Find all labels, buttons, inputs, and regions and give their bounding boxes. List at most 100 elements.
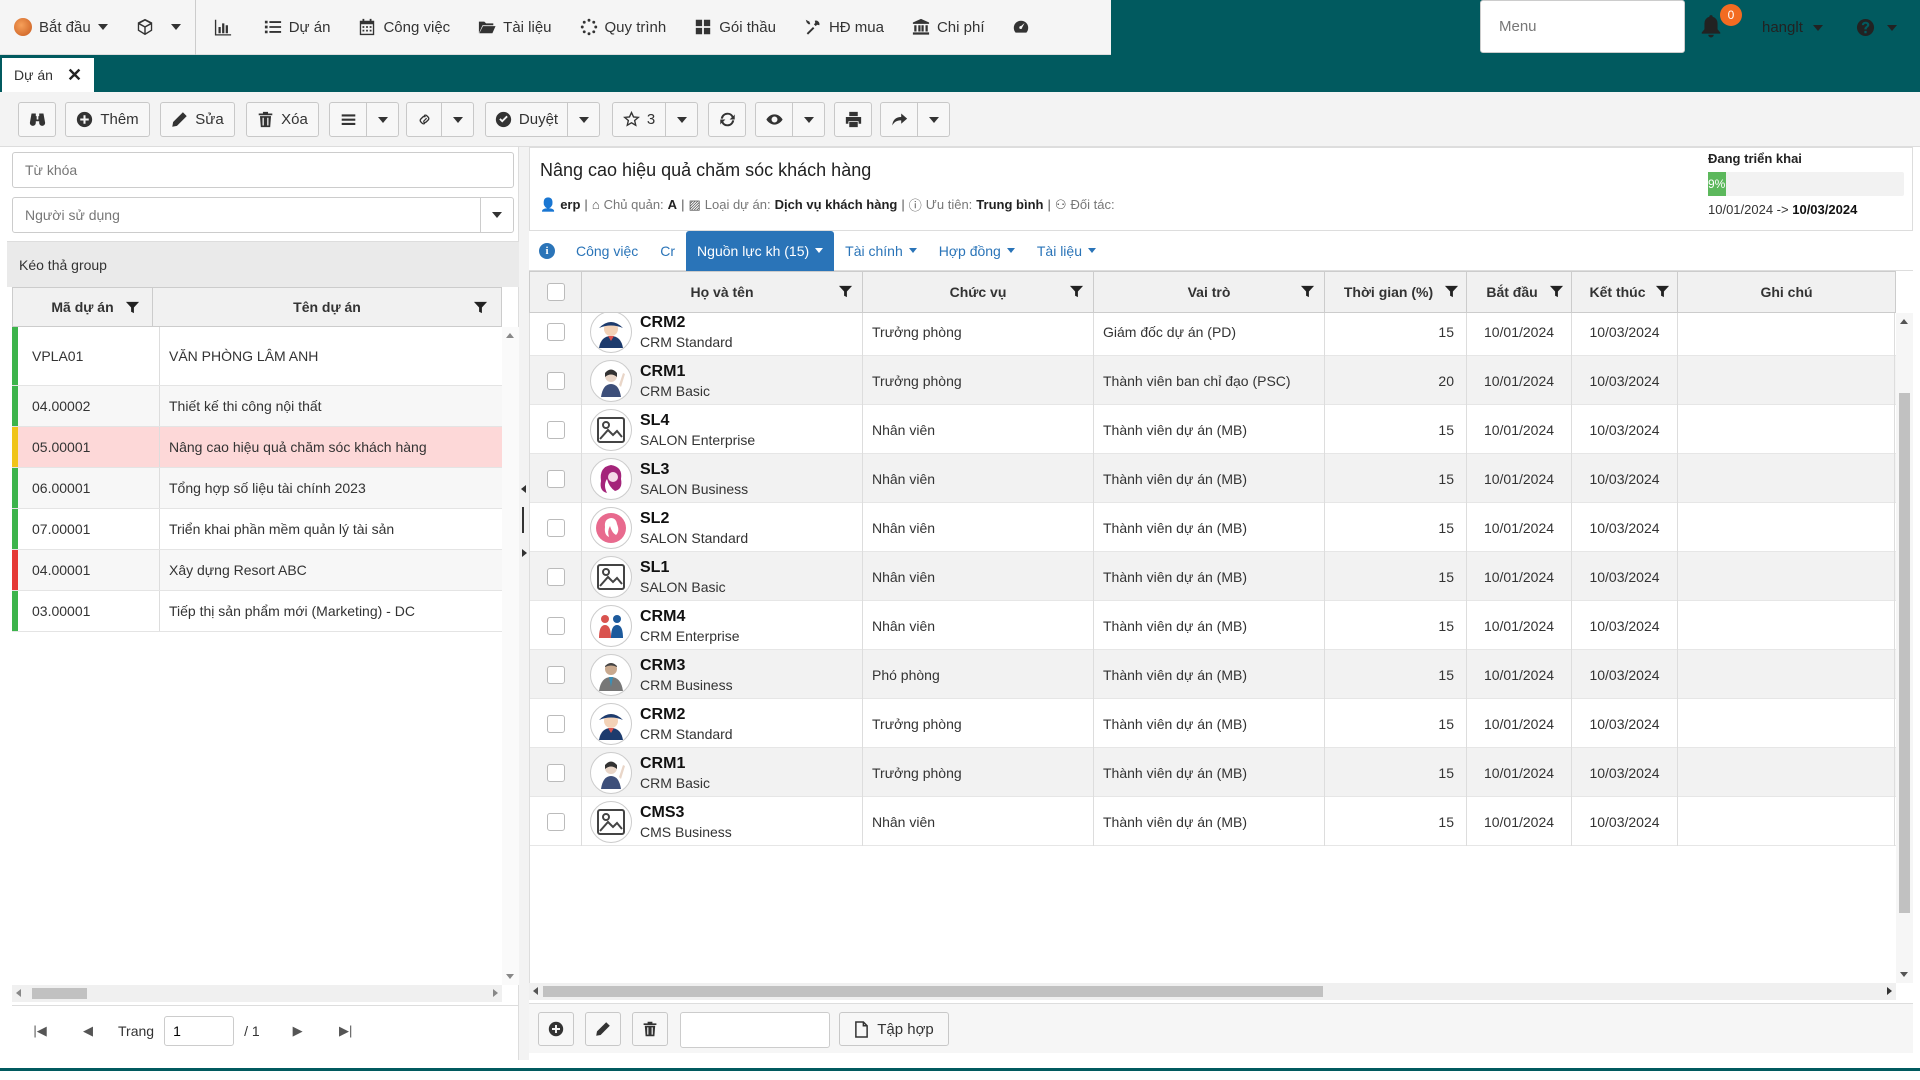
print-button[interactable] <box>834 102 872 137</box>
column-header-end[interactable]: Kết thúc <box>1572 272 1678 312</box>
row-checkbox[interactable] <box>546 812 565 831</box>
edit-row-button[interactable] <box>585 1012 621 1046</box>
row-checkbox[interactable] <box>546 371 565 390</box>
dashboard-button[interactable] <box>196 0 250 55</box>
user-menu[interactable]: hanglt <box>1762 0 1823 55</box>
resource-row[interactable]: SL4 SALON Enterprise Nhân viên Thành viên d… <box>530 405 1896 454</box>
view-button[interactable] <box>755 102 793 137</box>
column-header-position[interactable]: Chức vụ <box>863 272 1094 312</box>
filter-icon[interactable] <box>1069 284 1084 299</box>
scroll-left-icon[interactable] <box>533 987 538 995</box>
close-icon[interactable]: ✕ <box>67 65 82 86</box>
refresh-button[interactable] <box>708 102 746 137</box>
nav-item-cong-viec[interactable]: Công việc <box>344 0 464 55</box>
column-header-name[interactable]: Tên dự án <box>153 288 501 326</box>
resource-row[interactable]: CRM1 CRM Basic Trưởng phòng Thành viên dự á… <box>530 748 1896 797</box>
expand-right-icon[interactable] <box>522 549 527 557</box>
column-header-role[interactable]: Vai trò <box>1094 272 1325 312</box>
project-row[interactable]: 06.00001 Tổng hợp số liệu tài chính 2023 <box>12 468 502 509</box>
column-header-code[interactable]: Mã dự án <box>13 288 153 326</box>
favorite-dropdown[interactable] <box>666 102 698 137</box>
scrollbar-thumb[interactable] <box>543 986 1323 997</box>
favorite-button[interactable]: 3 <box>612 102 666 137</box>
view-dropdown[interactable] <box>793 102 825 137</box>
row-checkbox[interactable] <box>546 714 565 733</box>
tab-4[interactable]: Hợp đồng <box>928 231 1026 271</box>
project-row[interactable]: 03.00001 Tiếp thị sản phẩm mới (Marketing… <box>12 591 502 632</box>
share-button[interactable] <box>880 102 918 137</box>
collapse-left-icon[interactable] <box>521 485 526 493</box>
row-checkbox[interactable] <box>546 469 565 488</box>
share-dropdown[interactable] <box>918 102 950 137</box>
page-number-input[interactable] <box>164 1015 235 1046</box>
filter-icon[interactable] <box>1300 284 1315 299</box>
resource-row[interactable]: CMS3 CMS Business Nhân viên Thành viên dự á… <box>530 797 1896 846</box>
filter-icon[interactable] <box>473 300 488 315</box>
tab-2[interactable]: Nguồn lực kh (15) <box>686 230 835 271</box>
project-row[interactable]: 04.00002 Thiết kế thi công nội thất <box>12 386 502 427</box>
delete-row-button[interactable] <box>632 1012 668 1046</box>
last-page-button[interactable]: ▶| <box>326 1016 366 1046</box>
row-checkbox[interactable] <box>546 763 565 782</box>
tab-0[interactable]: Công việc <box>565 231 649 271</box>
panel-splitter[interactable] <box>519 147 529 1060</box>
nav-item-tai-lieu[interactable]: Tài liệu <box>464 0 565 55</box>
row-checkbox[interactable] <box>546 518 565 537</box>
search-button[interactable] <box>18 102 56 137</box>
prev-page-button[interactable]: ◀ <box>68 1016 108 1046</box>
filter-icon[interactable] <box>125 300 140 315</box>
nav-item-chi-phi[interactable]: Chi phí <box>898 0 999 55</box>
scroll-down-icon[interactable] <box>506 974 514 979</box>
filter-icon[interactable] <box>1655 284 1670 299</box>
scrollbar-thumb[interactable] <box>32 988 87 999</box>
scroll-right-icon[interactable] <box>1887 987 1892 995</box>
speedometer-button[interactable] <box>998 0 1044 55</box>
splitter-handle[interactable] <box>522 507 524 533</box>
approve-dropdown[interactable] <box>568 102 600 137</box>
help-menu[interactable] <box>1856 0 1897 55</box>
notification-button[interactable]: 0 <box>1700 4 1742 40</box>
list-menu-button[interactable] <box>329 102 367 137</box>
scroll-left-icon[interactable] <box>16 989 21 997</box>
tab-5[interactable]: Tài liệu <box>1026 231 1107 271</box>
edit-button[interactable]: Sửa <box>160 102 235 137</box>
vertical-scrollbar[interactable] <box>1896 313 1913 983</box>
tab-1[interactable]: Cr <box>649 231 686 271</box>
group-drop-zone[interactable]: Kéo thả group <box>7 241 519 287</box>
user-filter-select[interactable]: Người sử dụng <box>12 197 514 233</box>
collection-input[interactable] <box>680 1012 830 1048</box>
filter-icon[interactable] <box>1549 284 1564 299</box>
scroll-right-icon[interactable] <box>493 989 498 997</box>
resource-row[interactable]: SL2 SALON Standard Nhân viên Thành viên dự … <box>530 503 1896 552</box>
start-menu[interactable]: Bắt đầu <box>0 0 122 55</box>
scroll-down-icon[interactable] <box>1900 972 1908 977</box>
nav-item-quy-trinh[interactable]: Quy trình <box>566 0 681 55</box>
project-row[interactable]: 04.00001 Xây dựng Resort ABC <box>12 550 502 591</box>
row-checkbox[interactable] <box>546 616 565 635</box>
column-header-start[interactable]: Bắt đầu <box>1467 272 1572 312</box>
resource-row[interactable]: CRM2 CRM Standard Trưởng phòng Thành viên d… <box>530 699 1896 748</box>
vertical-scrollbar[interactable] <box>502 327 519 985</box>
scrollbar-thumb[interactable] <box>1899 393 1910 913</box>
filter-icon[interactable] <box>1444 284 1459 299</box>
project-row[interactable]: 07.00001 Triển khai phần mềm quản lý tài … <box>12 509 502 550</box>
nav-item-goi-thau[interactable]: Gói thầu <box>680 0 790 55</box>
add-row-button[interactable] <box>538 1012 574 1046</box>
menu-search-input[interactable] <box>1480 0 1685 53</box>
first-page-button[interactable]: |◀ <box>20 1016 60 1046</box>
link-button[interactable] <box>406 102 442 137</box>
resource-row[interactable]: SL3 SALON Business Nhân viên Thành viên dự … <box>530 454 1896 503</box>
keyword-search-input[interactable] <box>12 152 514 188</box>
info-icon[interactable]: i <box>539 242 555 259</box>
resource-row[interactable]: CRM4 CRM Enterprise Nhân viên Thành viên dự… <box>530 601 1896 650</box>
horizontal-scrollbar[interactable] <box>12 985 502 1002</box>
row-checkbox[interactable] <box>546 567 565 586</box>
nav-item-hd-mua[interactable]: HĐ mua <box>790 0 898 55</box>
next-page-button[interactable]: ▶ <box>278 1016 318 1046</box>
collection-button[interactable]: Tập hợp <box>839 1012 949 1046</box>
row-checkbox[interactable] <box>546 665 565 684</box>
filter-icon[interactable] <box>838 284 853 299</box>
project-row[interactable]: VPLA01 VĂN PHÒNG LÂM ANH <box>12 327 502 386</box>
project-row[interactable]: 05.00001 Nâng cao hiệu quả chăm sóc khách… <box>12 427 502 468</box>
link-dropdown[interactable] <box>442 102 474 137</box>
